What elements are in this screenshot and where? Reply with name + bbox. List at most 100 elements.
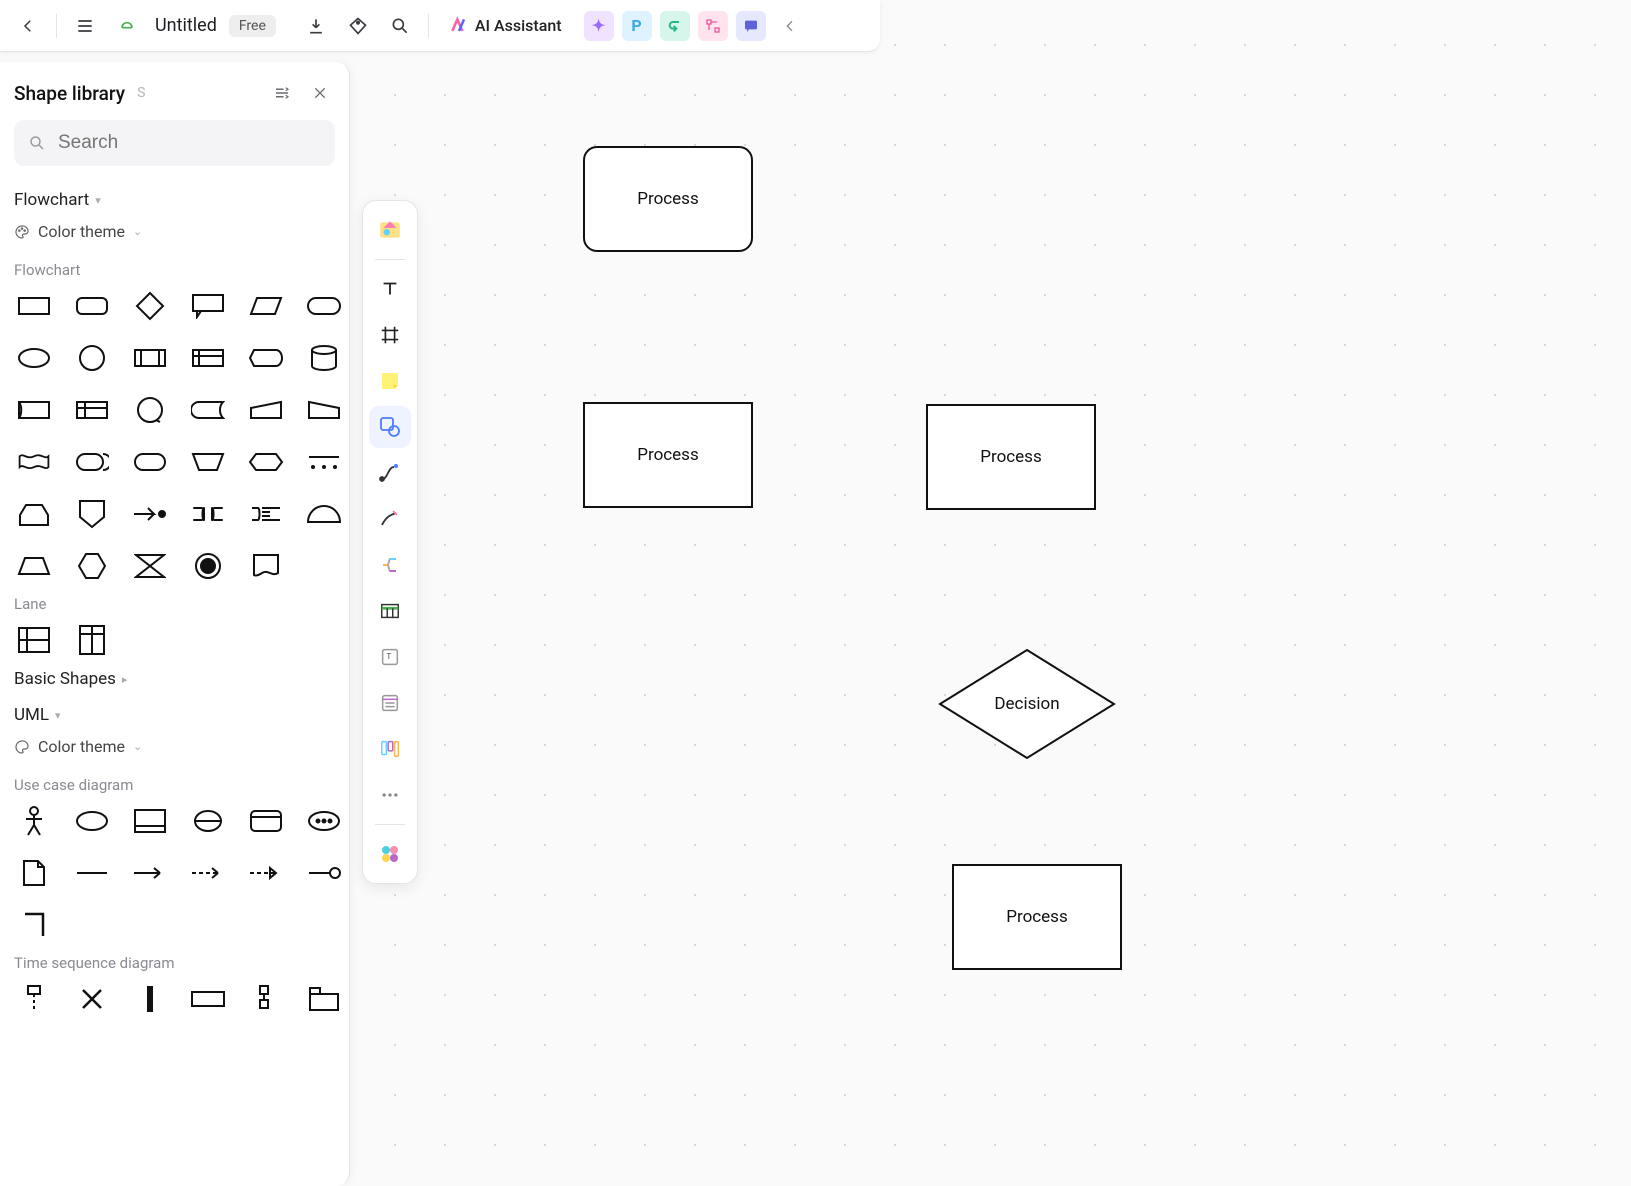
shape-dashed-arrow-open[interactable] [244,854,288,892]
shape-direct-data[interactable] [70,443,114,481]
search-input[interactable] [56,131,321,155]
shape-frame[interactable] [186,980,230,1018]
shape-container[interactable] [244,802,288,840]
shape-corner[interactable] [12,906,56,944]
shape-hexagon[interactable] [70,547,114,585]
tag-button[interactable] [340,8,376,44]
collapse-chips-button[interactable] [772,8,808,44]
tool-more[interactable] [369,774,411,816]
menu-button[interactable] [67,8,103,44]
panel-close-button[interactable] [305,78,335,108]
shape-internal[interactable] [70,391,114,429]
canvas-node-rect[interactable]: Process [952,864,1122,970]
color-theme-button-uml[interactable]: Color theme ⌄ [10,731,339,766]
shape-arrow[interactable] [128,854,172,892]
color-theme-button[interactable]: Color theme ⌄ [10,216,339,251]
search-field[interactable] [14,120,335,166]
tool-sticky[interactable] [369,360,411,402]
shape-delay-arc[interactable] [302,495,346,533]
shape-collate[interactable] [186,495,230,533]
shape-rect[interactable] [12,287,56,325]
shape-interface-lollipop[interactable] [302,854,346,892]
shape-ellipsis[interactable] [302,443,346,481]
shape-lane-vertical[interactable] [70,621,114,659]
tool-table[interactable] [369,590,411,632]
shape-more-ellipse[interactable] [302,802,346,840]
shape-lane-horizontal[interactable] [12,621,56,659]
shape-note[interactable] [12,854,56,892]
shape-summing[interactable] [128,547,172,585]
tool-mindmap[interactable] [369,544,411,586]
shape-extract[interactable] [244,495,288,533]
shape-subsystem[interactable] [128,802,172,840]
tool-shapes[interactable] [369,406,411,448]
canvas-node-rect[interactable]: Process [583,402,753,508]
search-button[interactable] [382,8,418,44]
tool-pen[interactable] [369,498,411,540]
shape-callout[interactable] [186,287,230,325]
shape-preparation[interactable] [244,443,288,481]
tool-frame[interactable] [369,314,411,356]
shape-predef-process[interactable] [128,339,172,377]
ai-chip-paragraph[interactable]: P [622,11,652,41]
shape-off-page[interactable] [302,391,346,429]
document-title[interactable]: Untitled [151,15,221,36]
section-flowchart[interactable]: Flowchart ▾ [10,180,339,216]
section-uml[interactable]: UML ▾ [10,695,339,731]
shape-manual-input[interactable] [244,391,288,429]
canvas-node-rect[interactable]: Process [926,404,1096,510]
shape-double-circle[interactable] [186,547,230,585]
sync-status-icon[interactable] [109,8,145,44]
ai-chip-chat[interactable] [736,11,766,41]
ai-assistant-button[interactable]: AI Assistant [439,8,572,44]
shape-actor[interactable] [12,802,56,840]
shape-boundary[interactable] [186,802,230,840]
canvas-node-diamond[interactable]: Decision [938,648,1116,760]
shape-package[interactable] [302,980,346,1018]
tool-section[interactable] [369,682,411,724]
section-basic-shapes[interactable]: Basic Shapes ▸ [10,659,339,695]
shape-line[interactable] [70,854,114,892]
download-button[interactable] [298,8,334,44]
shape-rounded[interactable] [128,443,172,481]
shape-usecase-ellipse[interactable] [70,802,114,840]
back-button[interactable] [10,8,46,44]
shape-combined[interactable] [244,980,288,1018]
shape-merge-right[interactable] [128,495,172,533]
shape-loop-limit[interactable] [12,495,56,533]
tool-text[interactable] [369,268,411,310]
shape-dashed-arrow[interactable] [186,854,230,892]
tool-kanban[interactable] [369,728,411,770]
ai-chip-flow[interactable] [698,11,728,41]
shape-destroy[interactable] [70,980,114,1018]
shape-document[interactable] [244,547,288,585]
shape-ellipse[interactable] [12,339,56,377]
panel-scroll[interactable]: Flowchart ▾ Color theme ⌄ Flowchart [0,176,349,1186]
shape-terminator[interactable] [302,287,346,325]
shape-cylinder[interactable] [302,339,346,377]
shape-internal-storage[interactable] [186,339,230,377]
shape-connector[interactable] [128,391,172,429]
ai-chip-connect[interactable] [660,11,690,41]
shape-diamond[interactable] [128,287,172,325]
tool-connector[interactable] [369,452,411,494]
shape-trapezoid[interactable] [12,547,56,585]
shape-activation[interactable] [128,980,172,1018]
panel-settings-button[interactable] [267,78,297,108]
shape-parallelogram[interactable] [244,287,288,325]
tool-apps[interactable] [369,833,411,875]
shape-lifeline[interactable] [12,980,56,1018]
shape-circle[interactable] [70,339,114,377]
shape-round-rect[interactable] [70,287,114,325]
shape-card[interactable] [12,391,56,429]
shape-manual-op[interactable] [186,443,230,481]
shape-shield[interactable] [70,495,114,533]
shape-tape[interactable] [12,443,56,481]
plan-badge[interactable]: Free [229,15,276,37]
shape-stored-data[interactable] [186,391,230,429]
tool-textbox[interactable]: T [369,636,411,678]
shape-display[interactable] [244,339,288,377]
ai-chip-image[interactable]: ✦ [584,11,614,41]
canvas-node-terminator[interactable]: Process [583,146,753,252]
tool-templates[interactable] [369,209,411,251]
